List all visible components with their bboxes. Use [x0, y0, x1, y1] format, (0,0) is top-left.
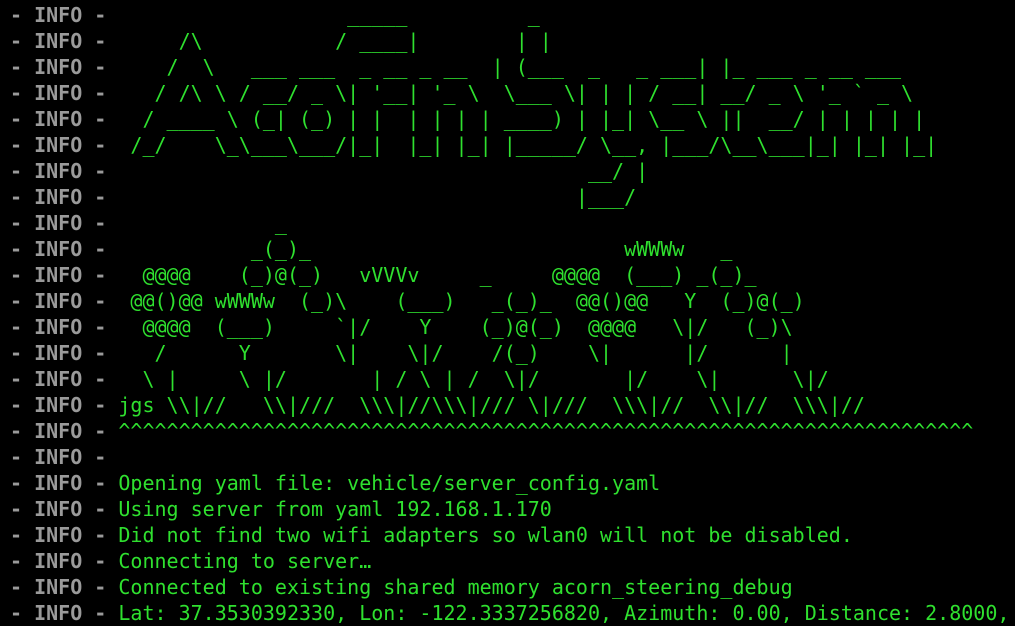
- log-level-prefix: - INFO -: [10, 523, 119, 547]
- log-message: _: [118, 211, 287, 235]
- log-line: - INFO - @@@@ (_)@(_) vVVVv _ @@@@ (___)…: [10, 262, 757, 288]
- log-message: / Y \| \|/ /(_) \| |/ |: [118, 341, 793, 365]
- log-message: Connecting to server…: [118, 549, 372, 573]
- log-line: - INFO -: [10, 444, 118, 470]
- log-line: - INFO - _____ _: [10, 2, 540, 28]
- log-level-prefix: - INFO -: [10, 81, 119, 105]
- terminal-window: - INFO - _____ _ - INFO - /\ / ____| | | -…: [0, 0, 1015, 626]
- log-level-prefix: - INFO -: [10, 445, 119, 469]
- log-level-prefix: - INFO -: [10, 549, 119, 573]
- log-level-prefix: - INFO -: [10, 3, 119, 27]
- log-message: / ____ \ (_| (_) | | | | | | ____) | |_|…: [118, 107, 926, 131]
- log-line: - INFO - @@()@@ wWWWw (_)\ (___) _(_)_ @…: [10, 288, 805, 314]
- log-level-prefix: - INFO -: [10, 497, 119, 521]
- log-level-prefix: - INFO -: [10, 367, 119, 391]
- log-line: - INFO - jgs \\|// \\|/// \\\|//\\\|/// …: [10, 392, 865, 418]
- log-level-prefix: - INFO -: [10, 159, 119, 183]
- log-line: - INFO - / /\ \ / __/ _ \| '__| '_ \ \__…: [10, 80, 913, 106]
- log-message: /_/ \_\___\___/|_| |_| |_| |_____/ \__, …: [118, 133, 938, 157]
- log-line: - INFO - Opening yaml file: vehicle/serv…: [10, 470, 660, 496]
- log-message: @@()@@ wWWWw (_)\ (___) _(_)_ @@()@@ Y (…: [118, 289, 805, 313]
- log-line: - INFO - Lat: 37.3530392330, Lon: -122.3…: [10, 600, 1009, 626]
- log-line: - INFO - Using server from yaml 192.168.…: [10, 496, 552, 522]
- log-message: Using server from yaml 192.168.1.170: [118, 497, 552, 521]
- log-message: _(_)_ wWWWw _: [118, 237, 733, 261]
- log-level-prefix: - INFO -: [10, 419, 119, 443]
- log-line: - INFO - _: [10, 210, 287, 236]
- log-line: - INFO - Connected to existing shared me…: [10, 574, 793, 600]
- log-message: @@@@ (___) `|/ Y (_)@(_) @@@@ \|/ (_)\: [118, 315, 793, 339]
- log-message: / \ ___ ___ _ __ _ __ | (___ _ _ ___| |_…: [118, 55, 902, 79]
- log-message: |___/: [118, 185, 637, 209]
- log-line: - INFO - @@@@ (___) `|/ Y (_)@(_) @@@@ \…: [10, 314, 793, 340]
- log-line: - INFO - _(_)_ wWWWw _: [10, 236, 732, 262]
- log-message: ^^^^^^^^^^^^^^^^^^^^^^^^^^^^^^^^^^^^^^^^…: [118, 419, 974, 443]
- log-message: @@@@ (_)@(_) vVVVv _ @@@@ (___) _(_)_: [118, 263, 757, 287]
- log-line: - INFO - \ | \ |/ | / \ | / \|/ |/ \| \|…: [10, 366, 829, 392]
- log-line: - INFO - / Y \| \|/ /(_) \| |/ |: [10, 340, 793, 366]
- log-level-prefix: - INFO -: [10, 107, 119, 131]
- log-line: - INFO - /_/ \_\___\___/|_| |_| |_| |___…: [10, 132, 937, 158]
- log-line: - INFO - / \ ___ ___ _ __ _ __ | (___ _ …: [10, 54, 901, 80]
- log-message: jgs \\|// \\|/// \\\|//\\\|/// \|/// \\\…: [118, 393, 865, 417]
- log-message: _____ _: [118, 3, 540, 27]
- log-line: - INFO - __/ |: [10, 158, 648, 184]
- log-level-prefix: - INFO -: [10, 185, 119, 209]
- log-message: Connected to existing shared memory acor…: [118, 575, 793, 599]
- log-level-prefix: - INFO -: [10, 263, 119, 287]
- log-message: / /\ \ / __/ _ \| '__| '_ \ \___ \| | | …: [118, 81, 914, 105]
- log-message: \ | \ |/ | / \ | / \|/ |/ \| \|/: [118, 367, 829, 391]
- log-message: Opening yaml file: vehicle/server_config…: [118, 471, 661, 495]
- log-level-prefix: - INFO -: [10, 471, 119, 495]
- log-level-prefix: - INFO -: [10, 55, 119, 79]
- log-line: - INFO - / ____ \ (_| (_) | | | | | | __…: [10, 106, 925, 132]
- log-level-prefix: - INFO -: [10, 29, 119, 53]
- log-line: - INFO - /\ / ____| | |: [10, 28, 552, 54]
- log-level-prefix: - INFO -: [10, 341, 119, 365]
- log-message: __/ |: [118, 159, 649, 183]
- log-level-prefix: - INFO -: [10, 133, 119, 157]
- log-level-prefix: - INFO -: [10, 315, 119, 339]
- log-level-prefix: - INFO -: [10, 211, 119, 235]
- log-level-prefix: - INFO -: [10, 289, 119, 313]
- log-message: /\ / ____| | |: [118, 29, 552, 53]
- log-level-prefix: - INFO -: [10, 237, 119, 261]
- log-line: - INFO - Connecting to server…: [10, 548, 371, 574]
- log-line: - INFO - Did not find two wifi adapters …: [10, 522, 853, 548]
- log-level-prefix: - INFO -: [10, 575, 119, 599]
- log-line: - INFO - |___/: [10, 184, 636, 210]
- log-level-prefix: - INFO -: [10, 601, 119, 625]
- log-line: - INFO - ^^^^^^^^^^^^^^^^^^^^^^^^^^^^^^^…: [10, 418, 973, 444]
- log-level-prefix: - INFO -: [10, 393, 119, 417]
- log-message: Lat: 37.3530392330, Lon: -122.3337256820…: [118, 601, 1010, 625]
- log-message: Did not find two wifi adapters so wlan0 …: [118, 523, 853, 547]
